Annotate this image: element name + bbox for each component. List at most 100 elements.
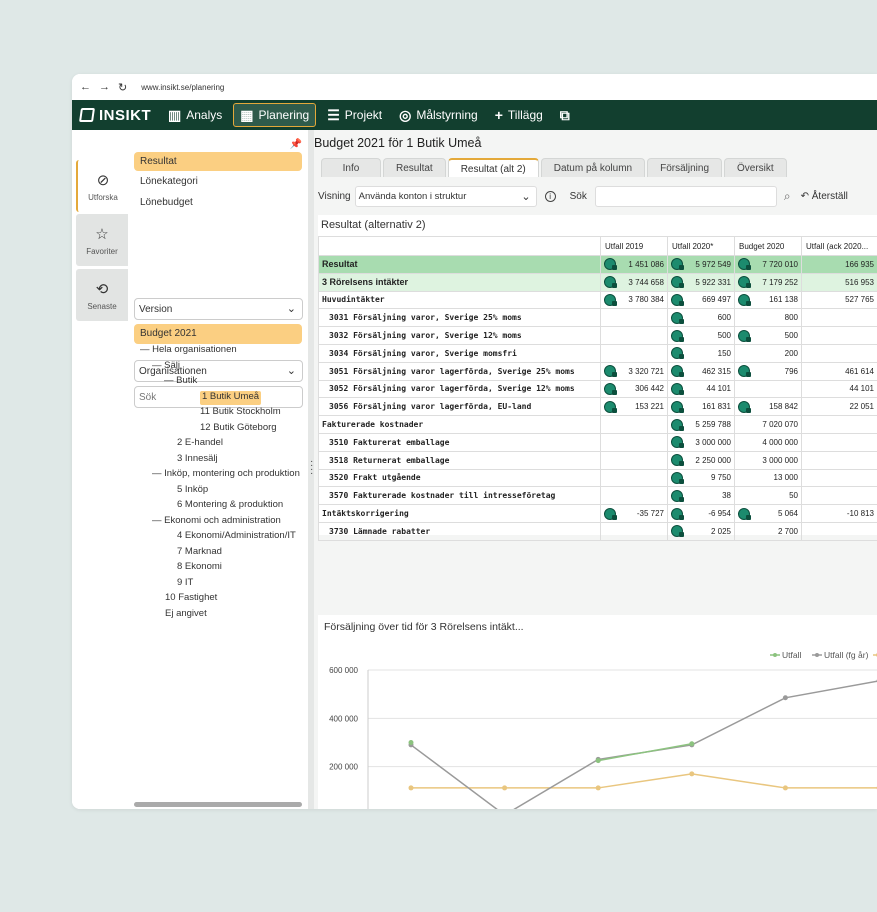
value-cell[interactable]: [801, 326, 877, 345]
report-item-resultat[interactable]: Resultat: [134, 152, 302, 171]
value-cell[interactable]: 153 221: [600, 397, 668, 417]
globe-icon[interactable]: [738, 258, 751, 271]
table-row[interactable]: Resultat 1 451 086 5 972 549 7 720 010 166 9…: [318, 255, 877, 274]
data-point[interactable]: [689, 771, 695, 777]
globe-icon[interactable]: [671, 400, 684, 413]
globe-icon[interactable]: [604, 365, 617, 378]
tab-försäljning[interactable]: Försäljning: [647, 158, 723, 177]
value-cell[interactable]: 50: [734, 486, 802, 506]
value-cell[interactable]: [801, 343, 877, 363]
globe-icon[interactable]: [671, 454, 684, 467]
globe-icon[interactable]: [671, 382, 684, 395]
data-point[interactable]: [595, 785, 601, 791]
value-cell[interactable]: [801, 432, 877, 452]
table-row[interactable]: 3034 Försäljning varor, Sverige momsfri 1…: [318, 343, 877, 363]
value-cell[interactable]: [600, 521, 668, 541]
insikt-logo[interactable]: INSIKT: [79, 107, 162, 124]
nav-item-planering[interactable]: ▦ Planering: [233, 103, 317, 127]
table-row[interactable]: 3730 Lämnade rabatter 2 025 2 700: [318, 521, 877, 541]
table-row[interactable]: Intäktskorrigering -35 727 -6 954 5 064 -10 …: [318, 504, 877, 523]
value-cell[interactable]: 796: [734, 361, 802, 381]
tree-item[interactable]: 2 E-handel: [177, 437, 223, 451]
globe-icon[interactable]: [671, 525, 684, 538]
globe-icon[interactable]: [671, 293, 684, 306]
tree-item[interactable]: 3 Innesälj: [177, 453, 218, 467]
value-cell[interactable]: 527 765: [801, 290, 877, 310]
globe-icon[interactable]: [604, 293, 617, 306]
value-cell[interactable]: 2 025: [667, 521, 735, 541]
globe-icon[interactable]: [671, 258, 684, 271]
data-point[interactable]: [595, 758, 601, 764]
globe-icon[interactable]: [738, 329, 751, 342]
globe-icon[interactable]: [671, 471, 684, 484]
value-cell[interactable]: 2 250 000: [667, 450, 735, 470]
globe-icon[interactable]: [738, 276, 751, 289]
value-cell[interactable]: [600, 326, 668, 345]
globe-icon[interactable]: [671, 489, 684, 502]
tree-item[interactable]: — Sälj: [152, 360, 180, 374]
legend-label[interactable]: Utfall (fg år): [824, 650, 869, 660]
tree-item[interactable]: Ej angivet: [165, 608, 207, 622]
version-select[interactable]: Version ⌄: [134, 298, 303, 320]
visning-select[interactable]: Använda konton i struktur ⌄: [354, 185, 537, 207]
tree-item[interactable]: 4 Ekonomi/Administration/IT: [177, 530, 296, 544]
value-cell[interactable]: 3 000 000: [667, 432, 735, 452]
value-cell[interactable]: 13 000: [734, 468, 802, 488]
value-cell[interactable]: 500: [667, 326, 735, 345]
value-cell[interactable]: 38: [667, 486, 735, 506]
globe-icon[interactable]: [671, 507, 684, 520]
report-item-lonebudget[interactable]: Lönebudget: [134, 193, 302, 212]
value-cell[interactable]: [801, 486, 877, 506]
value-cell[interactable]: 669 497: [667, 290, 735, 310]
tree-item[interactable]: — Ekonomi och administration: [152, 515, 281, 529]
value-cell[interactable]: [600, 468, 668, 488]
globe-icon[interactable]: [604, 382, 617, 395]
nav-item-tillägg[interactable]: + Tillägg: [489, 103, 549, 127]
table-row[interactable]: 3520 Frakt utgående 9 750 13 000: [318, 468, 877, 488]
value-cell[interactable]: 462 315: [667, 361, 735, 381]
data-point[interactable]: [782, 785, 788, 791]
value-cell[interactable]: [600, 450, 668, 470]
nav-item-new-window[interactable]: ⧉: [554, 103, 576, 127]
globe-icon[interactable]: [671, 311, 684, 324]
column-header[interactable]: Budget 2020: [734, 236, 802, 256]
nav-item-projekt[interactable]: ☰ Projekt: [321, 103, 388, 127]
value-cell[interactable]: 3 744 658: [600, 272, 668, 292]
data-point[interactable]: [408, 785, 414, 791]
rail-senaste[interactable]: ⟲ Senaste: [76, 269, 128, 321]
value-cell[interactable]: 3 320 721: [600, 361, 668, 381]
pin-icon[interactable]: 📌: [290, 139, 302, 150]
data-point[interactable]: [689, 741, 695, 747]
value-cell[interactable]: 44 101: [801, 379, 877, 399]
tree-item[interactable]: 6 Montering & produktion: [177, 499, 283, 513]
value-cell[interactable]: 600: [667, 308, 735, 328]
tree-item[interactable]: 7 Marknad: [177, 546, 222, 560]
value-cell[interactable]: [801, 521, 877, 541]
data-point[interactable]: [782, 695, 788, 701]
tree-item[interactable]: 11 Butik Stockholm: [200, 406, 281, 420]
globe-icon[interactable]: [738, 365, 751, 378]
value-cell[interactable]: 5 064: [734, 504, 802, 523]
value-cell[interactable]: [801, 450, 877, 470]
globe-icon[interactable]: [671, 436, 684, 449]
globe-icon[interactable]: [604, 400, 617, 413]
globe-icon[interactable]: [671, 329, 684, 342]
value-cell[interactable]: -6 954: [667, 504, 735, 523]
value-cell[interactable]: 461 614: [801, 361, 877, 381]
nav-item-målstyrning[interactable]: ◎ Målstyrning: [393, 103, 484, 127]
globe-icon[interactable]: [671, 365, 684, 378]
globe-icon[interactable]: [671, 276, 684, 289]
reload-icon[interactable]: ↻: [118, 81, 127, 94]
value-cell[interactable]: 3 000 000: [734, 450, 802, 470]
version-value[interactable]: Budget 2021: [134, 324, 302, 344]
column-header[interactable]: [318, 236, 601, 256]
value-cell[interactable]: [801, 468, 877, 488]
data-point[interactable]: [502, 785, 508, 791]
table-row[interactable]: 3032 Försäljning varor, Sverige 12% moms…: [318, 326, 877, 345]
column-header[interactable]: Utfall 2019: [600, 236, 668, 256]
value-cell[interactable]: 5 972 549: [667, 255, 735, 274]
globe-icon[interactable]: [671, 418, 684, 431]
value-cell[interactable]: [801, 415, 877, 434]
column-header[interactable]: Utfall (ack 2020...: [801, 236, 877, 256]
globe-icon[interactable]: [604, 507, 617, 520]
